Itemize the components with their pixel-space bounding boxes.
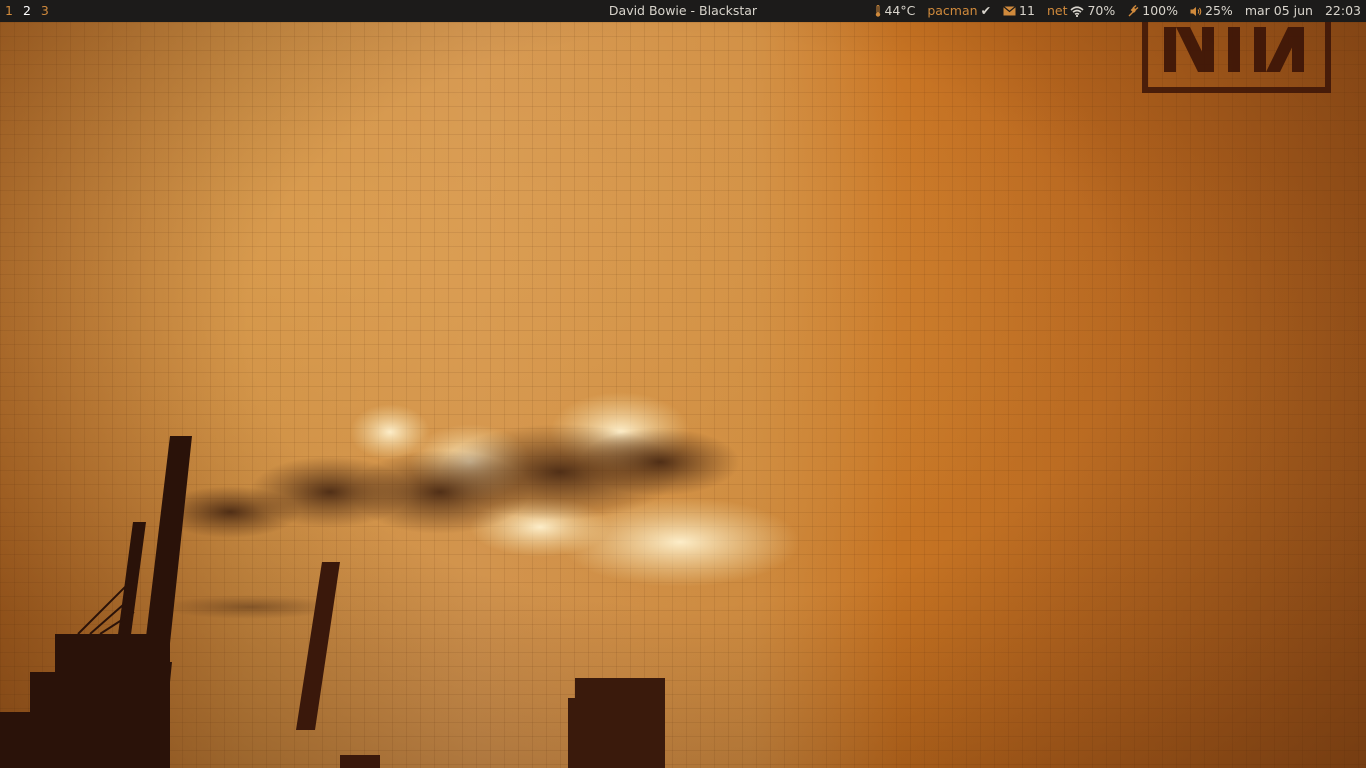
factory-left <box>0 436 192 768</box>
check-icon: ✔ <box>980 3 992 18</box>
status-area: 44°C pacman ✔ 11 net 70% 100% 25% mar 05… <box>875 0 1361 22</box>
nin-logo <box>1142 13 1332 100</box>
wallpaper <box>0 13 1366 768</box>
workspace-3[interactable]: 3 <box>41 0 49 22</box>
network-widget[interactable]: net 70% <box>1047 0 1115 22</box>
desktop: 1 2 3 David Bowie - Blackstar 44°C pacma… <box>0 0 1366 768</box>
thermometer-icon <box>875 5 881 17</box>
top-bar: 1 2 3 David Bowie - Blackstar 44°C pacma… <box>0 0 1366 22</box>
volume-level: 25% <box>1205 3 1233 18</box>
date-label: mar 05 jun <box>1244 3 1313 18</box>
pacman-label: pacman <box>927 3 978 18</box>
pacman-widget[interactable]: pacman ✔ <box>927 0 991 22</box>
volume-widget[interactable]: 25% <box>1190 0 1233 22</box>
temperature-widget: 44°C <box>875 0 915 22</box>
clock[interactable]: 22:03 <box>1325 0 1361 22</box>
mail-count: 11 <box>1019 3 1035 18</box>
workspace-2[interactable]: 2 <box>23 0 31 22</box>
temperature-value: 44°C <box>884 3 916 18</box>
factory-chimney-middle <box>296 562 380 768</box>
battery-charging-icon <box>1127 5 1139 17</box>
workspace-list: 1 2 3 <box>5 0 49 22</box>
battery-widget: 100% <box>1127 0 1178 22</box>
battery-level: 100% <box>1142 3 1179 18</box>
workspace-1[interactable]: 1 <box>5 0 13 22</box>
network-label: net <box>1046 3 1068 18</box>
mail-icon <box>1003 6 1016 16</box>
speaker-icon <box>1190 6 1202 17</box>
network-strength: 70% <box>1087 3 1116 18</box>
smokestack-scene <box>0 392 800 768</box>
wifi-icon <box>1070 5 1085 17</box>
mail-widget[interactable]: 11 <box>1003 0 1035 22</box>
factory-tower-right <box>568 678 665 768</box>
